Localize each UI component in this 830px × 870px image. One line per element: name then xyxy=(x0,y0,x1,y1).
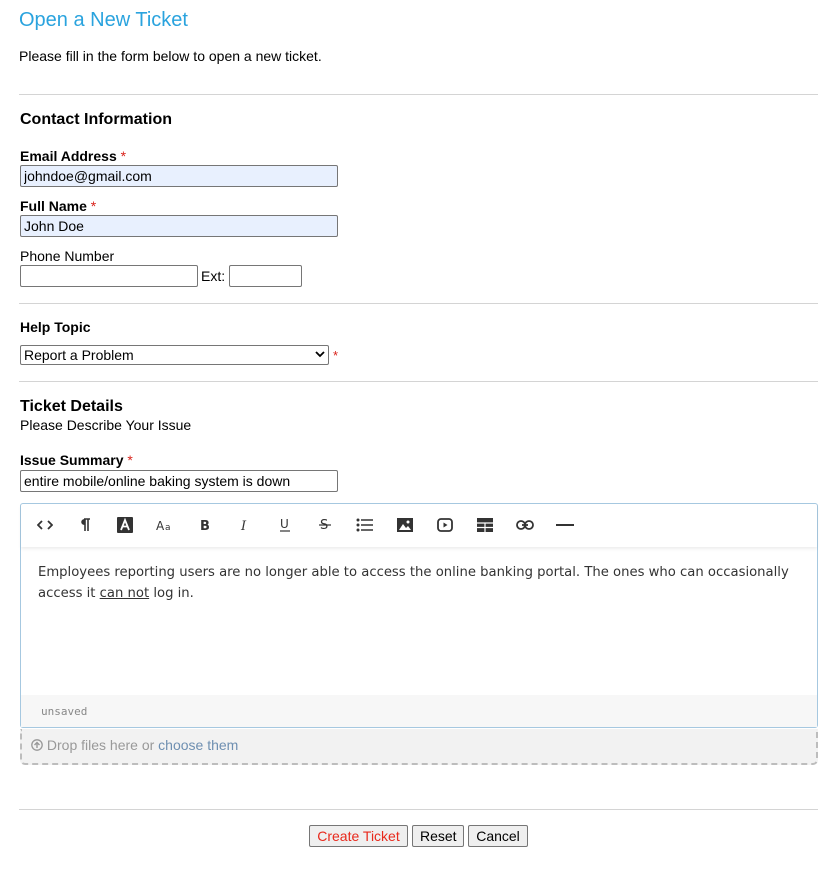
contact-heading: Contact Information xyxy=(20,111,172,128)
image-icon[interactable] xyxy=(394,515,416,535)
choose-files-link[interactable]: choose them xyxy=(158,737,238,753)
save-status: unsaved xyxy=(41,705,88,718)
create-ticket-button[interactable]: Create Ticket xyxy=(309,825,408,847)
required-mark: * xyxy=(90,198,97,214)
help-topic-label-text: Help Topic xyxy=(20,319,91,335)
email-label-text: Email Address xyxy=(20,148,117,164)
link-icon[interactable] xyxy=(514,515,536,535)
phone-label: Phone Number xyxy=(20,248,115,264)
name-label: Full Name * xyxy=(20,198,96,214)
horizontal-rule-icon[interactable] xyxy=(554,515,576,535)
upload-icon xyxy=(31,737,47,753)
font-color-icon[interactable] xyxy=(114,515,136,535)
font-size-icon[interactable]: Aa xyxy=(154,515,176,535)
email-field[interactable] xyxy=(20,165,338,187)
cancel-button[interactable]: Cancel xyxy=(468,825,528,847)
issue-summary-label-text: Issue Summary xyxy=(20,452,124,468)
help-topic-label: Help Topic xyxy=(20,319,91,335)
svg-text:I: I xyxy=(240,519,247,532)
table-icon[interactable] xyxy=(474,515,496,535)
divider xyxy=(19,809,818,810)
ext-label: Ext: xyxy=(201,268,226,284)
svg-text:a: a xyxy=(165,523,171,532)
help-topic-selected: Report a Problem xyxy=(24,347,134,363)
ext-field[interactable] xyxy=(229,265,302,287)
reset-button[interactable]: Reset xyxy=(412,825,464,847)
bold-icon[interactable]: B xyxy=(194,515,216,535)
required-mark: * xyxy=(127,452,133,468)
full-name-field[interactable] xyxy=(20,215,338,237)
video-icon[interactable] xyxy=(434,515,456,535)
editor-text-underlined: can not xyxy=(99,586,150,601)
divider xyxy=(19,94,818,95)
editor-text: log in. xyxy=(149,586,194,601)
required-mark: * xyxy=(120,148,127,164)
editor-toolbar: Aa B I U S xyxy=(21,504,817,547)
strikethrough-icon[interactable]: S xyxy=(314,515,336,535)
ticket-details-heading: Ticket Details xyxy=(20,398,123,415)
editor-statusbar: unsaved xyxy=(21,695,817,727)
page-intro: Please fill in the form below to open a … xyxy=(19,48,322,64)
name-label-text: Full Name xyxy=(20,198,87,214)
issue-summary-field[interactable] xyxy=(20,470,338,492)
paragraph-icon[interactable] xyxy=(74,515,96,535)
dropzone-text: Drop files here or xyxy=(46,737,155,753)
svg-text:A: A xyxy=(156,519,165,532)
phone-field[interactable] xyxy=(20,265,198,287)
help-topic-select[interactable]: Report a Problem xyxy=(20,345,329,365)
file-dropzone[interactable]: Drop files here or choose them xyxy=(20,729,818,765)
divider xyxy=(19,303,818,304)
code-icon[interactable] xyxy=(34,515,56,535)
rich-text-editor[interactable]: Aa B I U S Employees re xyxy=(20,503,818,728)
svg-text:U: U xyxy=(280,517,289,531)
list-icon[interactable] xyxy=(354,515,376,535)
divider xyxy=(19,381,818,382)
editor-content[interactable]: Employees reporting users are no longer … xyxy=(38,562,803,604)
issue-summary-label: Issue Summary * xyxy=(20,452,133,468)
email-label: Email Address * xyxy=(20,148,126,164)
svg-text:B: B xyxy=(200,519,210,532)
underline-icon[interactable]: U xyxy=(274,515,296,535)
required-mark: * xyxy=(333,348,339,363)
page-title: Open a New Ticket xyxy=(19,9,188,31)
italic-icon[interactable]: I xyxy=(234,515,256,535)
ticket-details-subheading: Please Describe Your Issue xyxy=(20,417,192,433)
chevron-down-icon xyxy=(315,346,325,370)
